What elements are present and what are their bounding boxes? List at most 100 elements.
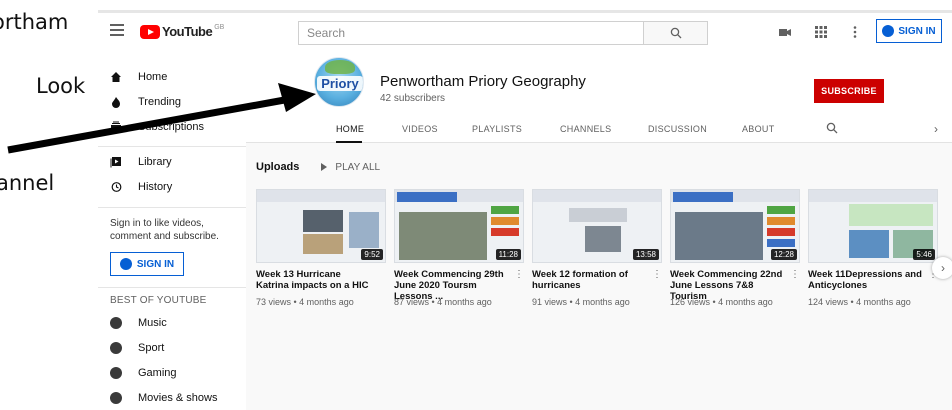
video-meta: 124 views • 4 months ago <box>808 297 911 307</box>
sidebar: Home Trending Subscriptions Library Hist… <box>98 51 246 410</box>
apps-grid-icon[interactable] <box>814 25 828 39</box>
tab-about[interactable]: ABOUT <box>742 124 775 143</box>
slide-band <box>257 190 385 202</box>
channel-search-icon[interactable] <box>826 122 838 134</box>
sidebar-item-trending[interactable]: Trending <box>110 96 181 108</box>
video-duration: 11:28 <box>495 249 521 260</box>
thumb-image <box>767 206 795 214</box>
video-thumbnail[interactable]: 9:52 <box>256 189 386 263</box>
search-input[interactable]: Search <box>298 21 644 45</box>
sidebar-item-label: Music <box>138 317 167 329</box>
video-duration: 12:28 <box>770 249 797 260</box>
avatar-text: Priory <box>317 76 363 91</box>
trending-icon <box>112 97 120 108</box>
tab-discussion[interactable]: DISCUSSION <box>648 124 707 143</box>
logo-text: YouTube <box>162 24 213 39</box>
library-icon <box>110 157 121 168</box>
sidebar-item-label: Subscriptions <box>138 121 205 133</box>
video-duration: 9:52 <box>361 249 383 260</box>
annotation-text-1: ortham <box>0 10 69 34</box>
sidebar-item-library[interactable]: Library <box>110 156 172 168</box>
video-title[interactable]: Week 11Depressions and Anticyclones <box>808 269 926 291</box>
play-all-button[interactable]: PLAY ALL <box>321 162 380 173</box>
video-card[interactable]: 13:58 Week 12 formation of hurricanes ⋮ … <box>532 189 662 319</box>
subscriber-count: 42 subscribers <box>380 93 446 104</box>
youtube-window: YouTube GB Search SIGN IN Home Trending … <box>98 10 952 410</box>
search-button[interactable] <box>644 21 708 45</box>
avatar-leaf-graphic <box>325 60 355 74</box>
video-thumbnail[interactable]: 11:28 <box>394 189 524 263</box>
movies-icon <box>110 392 122 404</box>
video-card[interactable]: 11:28 Week Commencing 29th June 2020 Tou… <box>394 189 524 319</box>
video-card[interactable]: 9:52 Week 13 Hurricane Katrina impacts o… <box>256 189 386 319</box>
subscribe-button[interactable]: SUBSCRIBE <box>814 79 884 103</box>
video-meta: 87 views • 4 months ago <box>394 297 492 307</box>
tab-playlists[interactable]: PLAYLISTS <box>472 124 522 143</box>
slide-band <box>809 190 937 202</box>
thumb-image <box>349 212 379 248</box>
video-thumbnail[interactable]: 13:58 <box>532 189 662 263</box>
youtube-play-icon <box>140 24 160 39</box>
tab-channels[interactable]: CHANNELS <box>560 124 611 143</box>
slide-title-bar <box>397 192 457 202</box>
sidebar-item-gaming[interactable]: Gaming <box>110 367 177 379</box>
tabs-next-chevron-icon[interactable]: › <box>934 122 938 136</box>
carousel-next-icon[interactable]: › <box>932 257 952 279</box>
video-title[interactable]: Week 12 formation of hurricanes <box>532 269 650 291</box>
youtube-logo[interactable]: YouTube GB <box>140 24 224 39</box>
sidebar-item-sport[interactable]: Sport <box>110 342 164 354</box>
sidebar-signin-button[interactable]: SIGN IN <box>110 252 184 276</box>
account-icon <box>882 25 895 37</box>
video-card[interactable]: 5:46 Week 11Depressions and Anticyclones… <box>808 189 938 319</box>
thumb-image <box>569 208 627 222</box>
video-thumbnail[interactable]: 12:28 <box>670 189 800 263</box>
sidebar-item-music[interactable]: Music <box>110 317 167 329</box>
sidebar-divider <box>98 146 246 147</box>
sidebar-item-home[interactable]: Home <box>110 71 167 83</box>
video-menu-icon[interactable]: ⋮ <box>514 269 524 280</box>
create-video-icon[interactable] <box>778 25 792 39</box>
sidebar-item-movies[interactable]: Movies & shows <box>110 392 217 404</box>
account-icon <box>119 258 132 270</box>
thumb-image <box>491 228 519 236</box>
more-options-icon[interactable] <box>848 25 862 39</box>
sidebar-item-subscriptions[interactable]: Subscriptions <box>110 121 204 133</box>
sidebar-item-label: Trending <box>138 96 182 108</box>
annotation-text-2: Look <box>36 74 86 98</box>
annotation-text-3: annel <box>0 171 55 195</box>
thumb-image <box>585 226 621 252</box>
channel-header: Priory Penwortham Priory Geography 42 su… <box>246 51 952 143</box>
video-menu-icon[interactable]: ⋮ <box>790 269 800 280</box>
thumb-image <box>303 234 343 254</box>
video-menu-icon[interactable]: ⋮ <box>652 269 662 280</box>
thumb-image <box>491 217 519 225</box>
sidebar-item-label: Library <box>138 156 172 168</box>
top-bar: YouTube GB Search SIGN IN <box>98 13 952 51</box>
slide-band <box>533 190 661 202</box>
uploads-title: Uploads <box>256 161 300 173</box>
tab-home[interactable]: HOME <box>336 124 364 143</box>
video-card[interactable]: 12:28 Week Commencing 22nd June Lessons … <box>670 189 800 319</box>
thumb-image <box>849 230 889 258</box>
thumb-image <box>767 217 795 225</box>
thumb-image <box>849 204 933 226</box>
best-of-youtube-heading: BEST OF YOUTUBE <box>110 295 207 306</box>
video-thumbnail[interactable]: 5:46 <box>808 189 938 263</box>
channel-name: Penwortham Priory Geography <box>380 73 586 90</box>
signin-prompt: Sign in to like videos, comment and subs… <box>110 218 219 242</box>
tab-videos[interactable]: VIDEOS <box>402 124 438 143</box>
sidebar-divider <box>98 207 246 208</box>
header-signin-label: SIGN IN <box>898 25 936 37</box>
menu-icon[interactable] <box>110 24 124 36</box>
sport-icon <box>110 342 122 354</box>
video-meta: 126 views • 4 months ago <box>670 297 773 307</box>
channel-avatar[interactable]: Priory <box>314 57 364 107</box>
music-icon <box>110 317 122 329</box>
sidebar-item-label: Home <box>138 71 168 83</box>
video-title[interactable]: Week 13 Hurricane Katrina impacts on a H… <box>256 269 374 291</box>
sidebar-item-label: Movies & shows <box>138 392 218 404</box>
sidebar-item-history[interactable]: History <box>110 181 172 193</box>
thumb-image <box>491 206 519 214</box>
header-signin-button[interactable]: SIGN IN <box>876 19 942 43</box>
video-meta: 91 views • 4 months ago <box>532 297 630 307</box>
